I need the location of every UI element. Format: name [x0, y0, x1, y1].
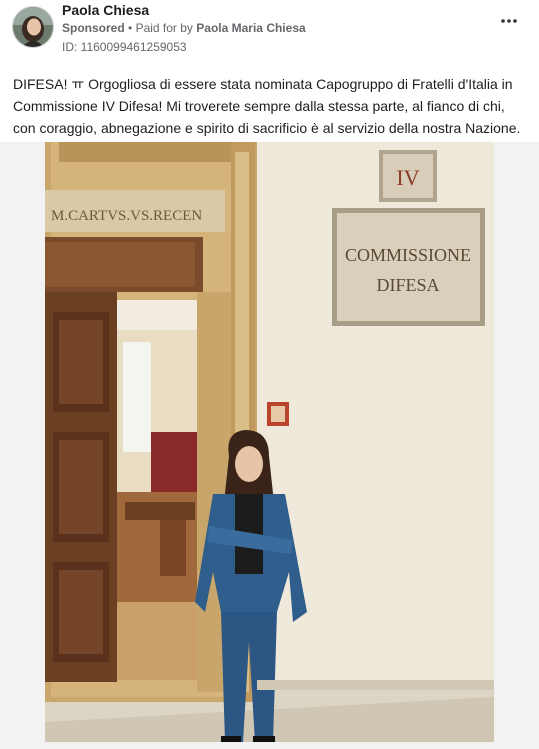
page-name[interactable]: Paola Chiesa	[62, 2, 149, 18]
sponsor-line: Sponsored • Paid for by Paola Maria Chie…	[62, 21, 306, 35]
plaque-line2: DIFESA	[376, 275, 439, 295]
avatar-image	[13, 7, 53, 47]
post-photo: M.CARTVS.VS.RECEN IV COMMISSIONE DIFESA	[45, 142, 494, 742]
avatar[interactable]	[12, 6, 54, 48]
post-media[interactable]: M.CARTVS.VS.RECEN IV COMMISSIONE DIFESA	[0, 142, 539, 749]
inscription: M.CARTVS.VS.RECEN	[51, 208, 202, 224]
post-header: Paola Chiesa Sponsored • Paid for by Pao…	[0, 0, 539, 62]
ad-id: ID: 1160099461259053	[62, 40, 187, 54]
payer-name: Paola Maria Chiesa	[196, 21, 306, 35]
plaque-iv-text: IV	[396, 165, 419, 190]
post-caption: DIFESA! ㅠ Orgogliosa di essere stata nom…	[13, 76, 521, 136]
more-horizontal-icon	[501, 19, 517, 23]
photo-scene: M.CARTVS.VS.RECEN IV COMMISSIONE DIFESA	[45, 142, 494, 742]
meta-separator: •	[128, 21, 133, 35]
plaque-line1: COMMISSIONE	[345, 245, 471, 265]
sponsored-label: Sponsored	[62, 21, 125, 35]
paid-for-prefix: Paid for by	[135, 21, 193, 35]
more-options-button[interactable]	[497, 12, 521, 32]
